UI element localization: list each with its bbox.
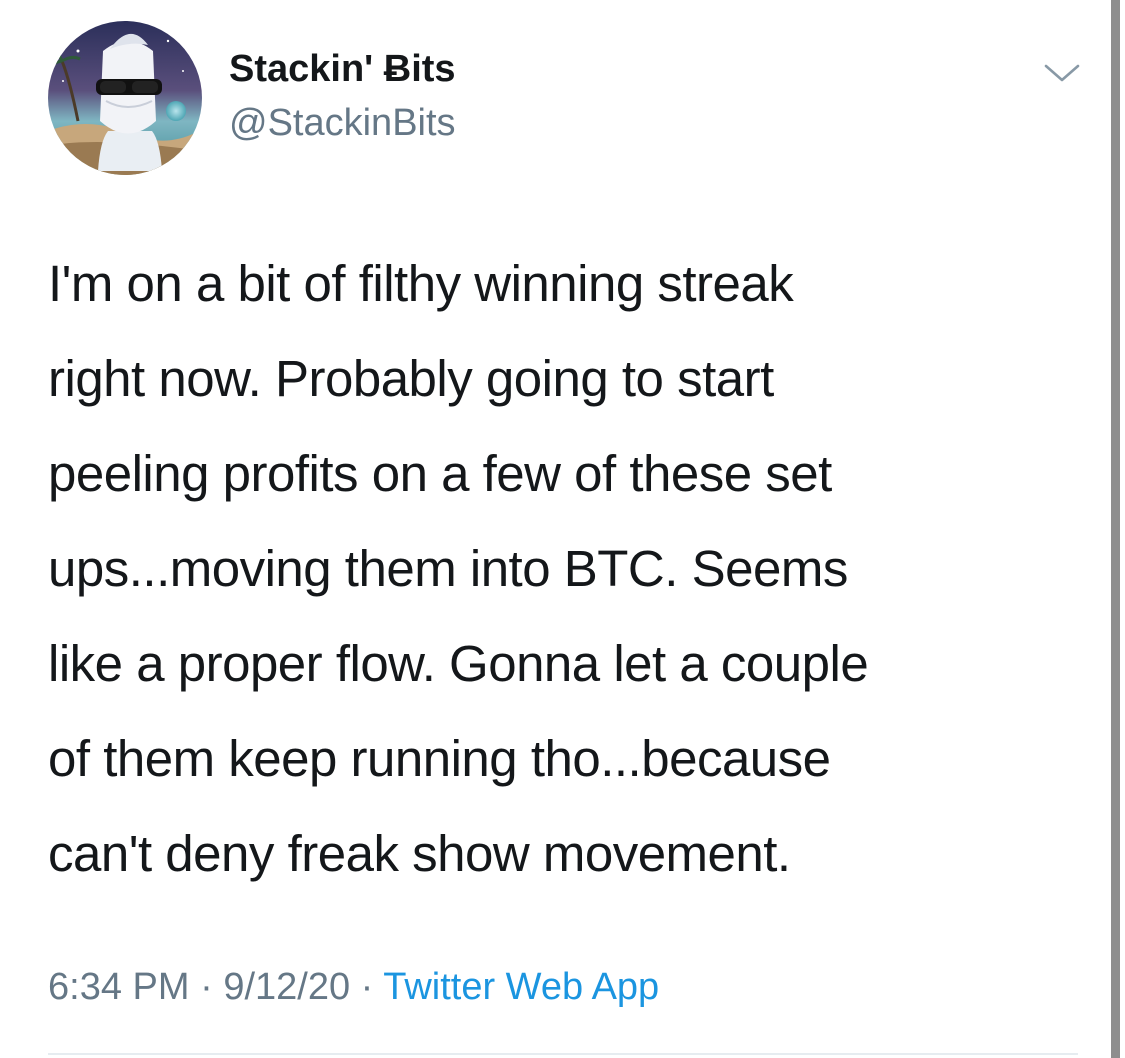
chevron-down-icon: [1044, 64, 1080, 82]
display-name[interactable]: Stackin' Ƀits: [229, 48, 456, 91]
window-edge: [1111, 0, 1125, 1058]
tweet-date[interactable]: 9/12/20: [223, 966, 350, 1008]
user-handle[interactable]: @StackinBits: [229, 102, 456, 145]
tweet-source-link[interactable]: Twitter Web App: [383, 966, 659, 1008]
tweet-time[interactable]: 6:34 PM: [48, 966, 190, 1008]
tweet-card: Stackin' Ƀits @StackinBits I'm on a bit …: [0, 0, 1125, 1058]
divider: [48, 1053, 1078, 1055]
avatar-image: [48, 21, 202, 175]
more-options-button[interactable]: [1040, 58, 1084, 88]
tweet-metadata: 6:34 PM · 9/12/20 · Twitter Web App: [48, 966, 659, 1009]
tweet-text: I'm on a bit of filthy winning streak ri…: [48, 255, 869, 882]
separator-dot: ·: [200, 966, 213, 1008]
window-edge-line: [1111, 0, 1120, 1058]
avatar[interactable]: [48, 21, 202, 175]
separator-dot: ·: [360, 966, 374, 1008]
